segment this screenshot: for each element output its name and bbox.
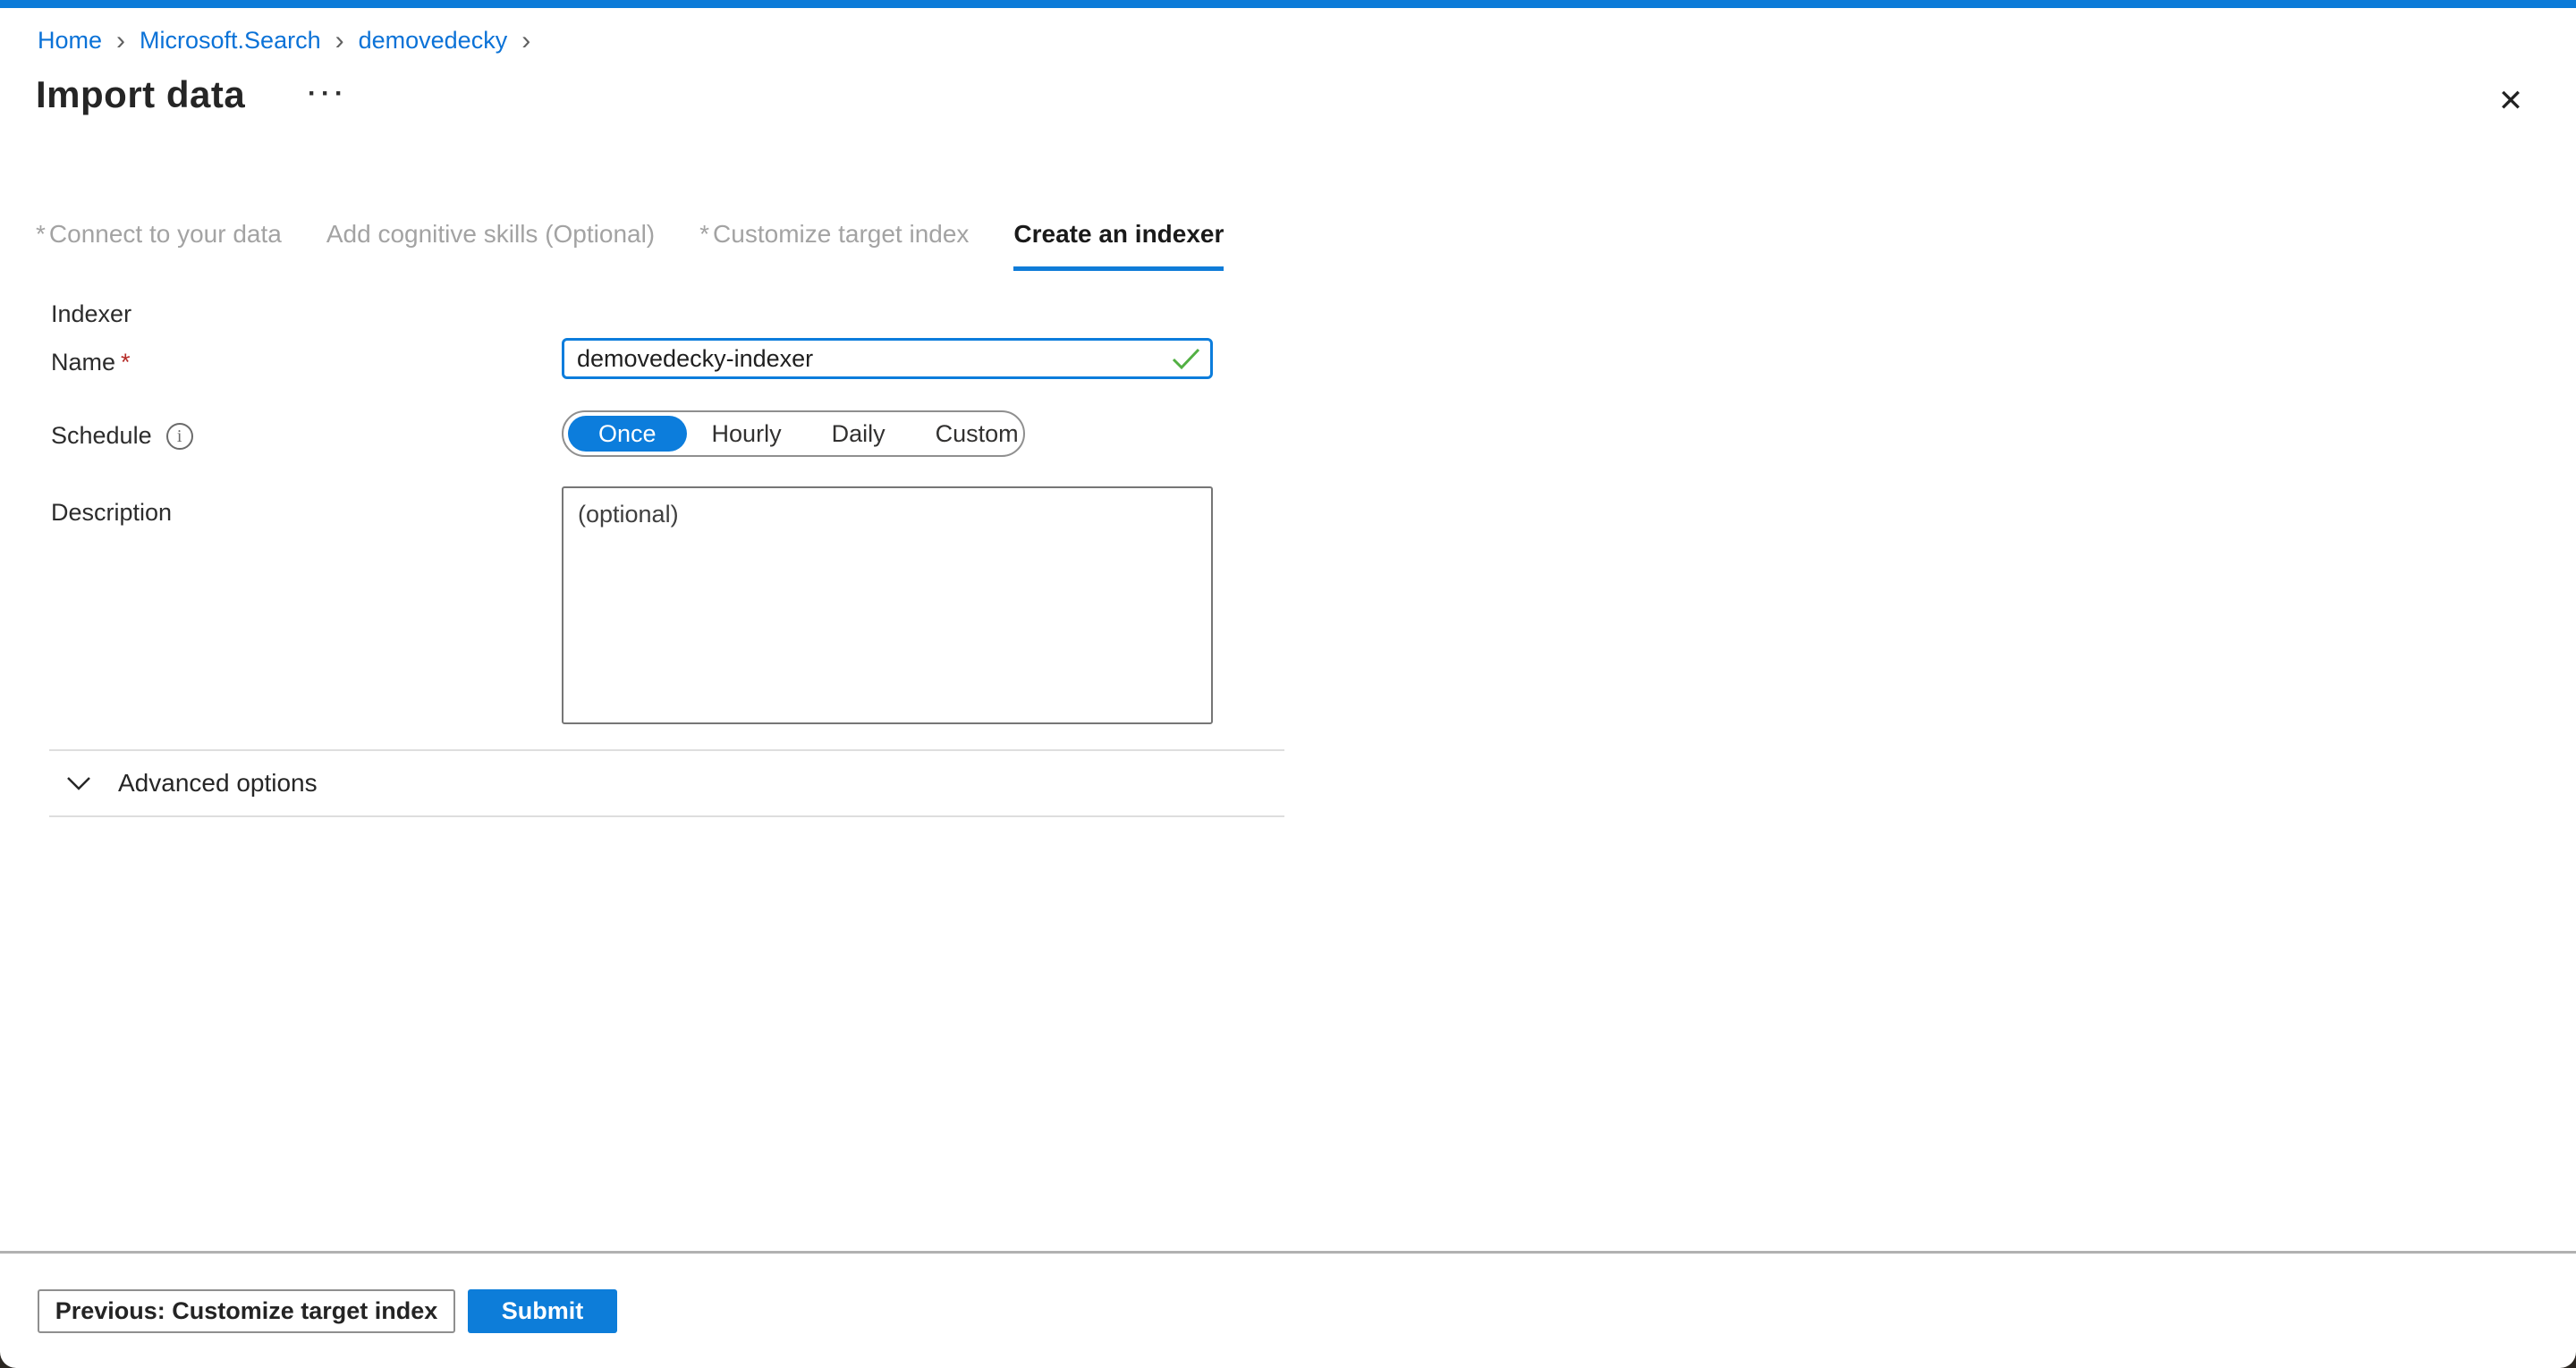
name-field [562, 338, 1213, 379]
more-options-icon[interactable]: ··· [308, 79, 348, 109]
required-asterisk: * [121, 349, 131, 376]
tab-label: Create an indexer [1013, 220, 1224, 248]
import-data-panel: Home › Microsoft.Search › demovedecky › … [0, 0, 2576, 1368]
breadcrumb-separator-icon: › [520, 29, 532, 53]
schedule-option-hourly[interactable]: Hourly [687, 416, 807, 452]
tab-label: Add cognitive skills (Optional) [326, 220, 655, 248]
schedule-option-custom[interactable]: Custom [911, 416, 1044, 452]
tab-label: Customize target index [713, 220, 969, 248]
breadcrumb-microsoft-search[interactable]: Microsoft.Search [140, 27, 321, 55]
breadcrumb-demovedecky[interactable]: demovedecky [359, 27, 508, 55]
schedule-option-once[interactable]: Once [568, 416, 687, 452]
schedule-field-label: Schedule i [51, 422, 193, 450]
tab-label: Connect to your data [49, 220, 282, 248]
panel-accent-bar [0, 0, 2576, 8]
schedule-option-daily[interactable]: Daily [807, 416, 911, 452]
schedule-label-text: Schedule [51, 422, 152, 450]
description-textarea[interactable] [562, 486, 1213, 724]
tab-create-an-indexer[interactable]: Create an indexer [1013, 220, 1224, 271]
description-field-label: Description [51, 499, 172, 527]
name-field-label: Name* [51, 349, 131, 376]
indexer-name-input[interactable] [562, 338, 1213, 379]
name-label-text: Name [51, 349, 115, 376]
section-divider [49, 815, 1284, 817]
section-divider [49, 749, 1284, 751]
footer-divider [0, 1251, 2576, 1254]
advanced-options-label: Advanced options [118, 769, 318, 798]
chevron-down-icon [64, 774, 93, 792]
indexer-section-label: Indexer [51, 300, 131, 328]
previous-step-button[interactable]: Previous: Customize target index [38, 1289, 455, 1333]
submit-button[interactable]: Submit [468, 1289, 617, 1333]
tab-connect-to-your-data[interactable]: *Connect to your data [36, 220, 282, 271]
breadcrumb-separator-icon: › [334, 29, 346, 53]
info-icon[interactable]: i [166, 423, 193, 450]
close-icon[interactable]: ✕ [2490, 82, 2531, 120]
advanced-options-expander[interactable]: Advanced options [64, 769, 318, 798]
breadcrumb-home[interactable]: Home [38, 27, 102, 55]
tab-required-star: * [36, 220, 46, 248]
tab-add-cognitive-skills[interactable]: Add cognitive skills (Optional) [326, 220, 655, 271]
breadcrumb: Home › Microsoft.Search › demovedecky › [38, 27, 532, 55]
breadcrumb-separator-icon: › [114, 29, 127, 53]
tab-required-star: * [699, 220, 709, 248]
schedule-toggle-group: Once Hourly Daily Custom [562, 410, 1025, 457]
tab-customize-target-index[interactable]: *Customize target index [699, 220, 969, 271]
wizard-tabs: *Connect to your data Add cognitive skil… [36, 220, 1224, 271]
page-title: Import data [36, 73, 245, 116]
